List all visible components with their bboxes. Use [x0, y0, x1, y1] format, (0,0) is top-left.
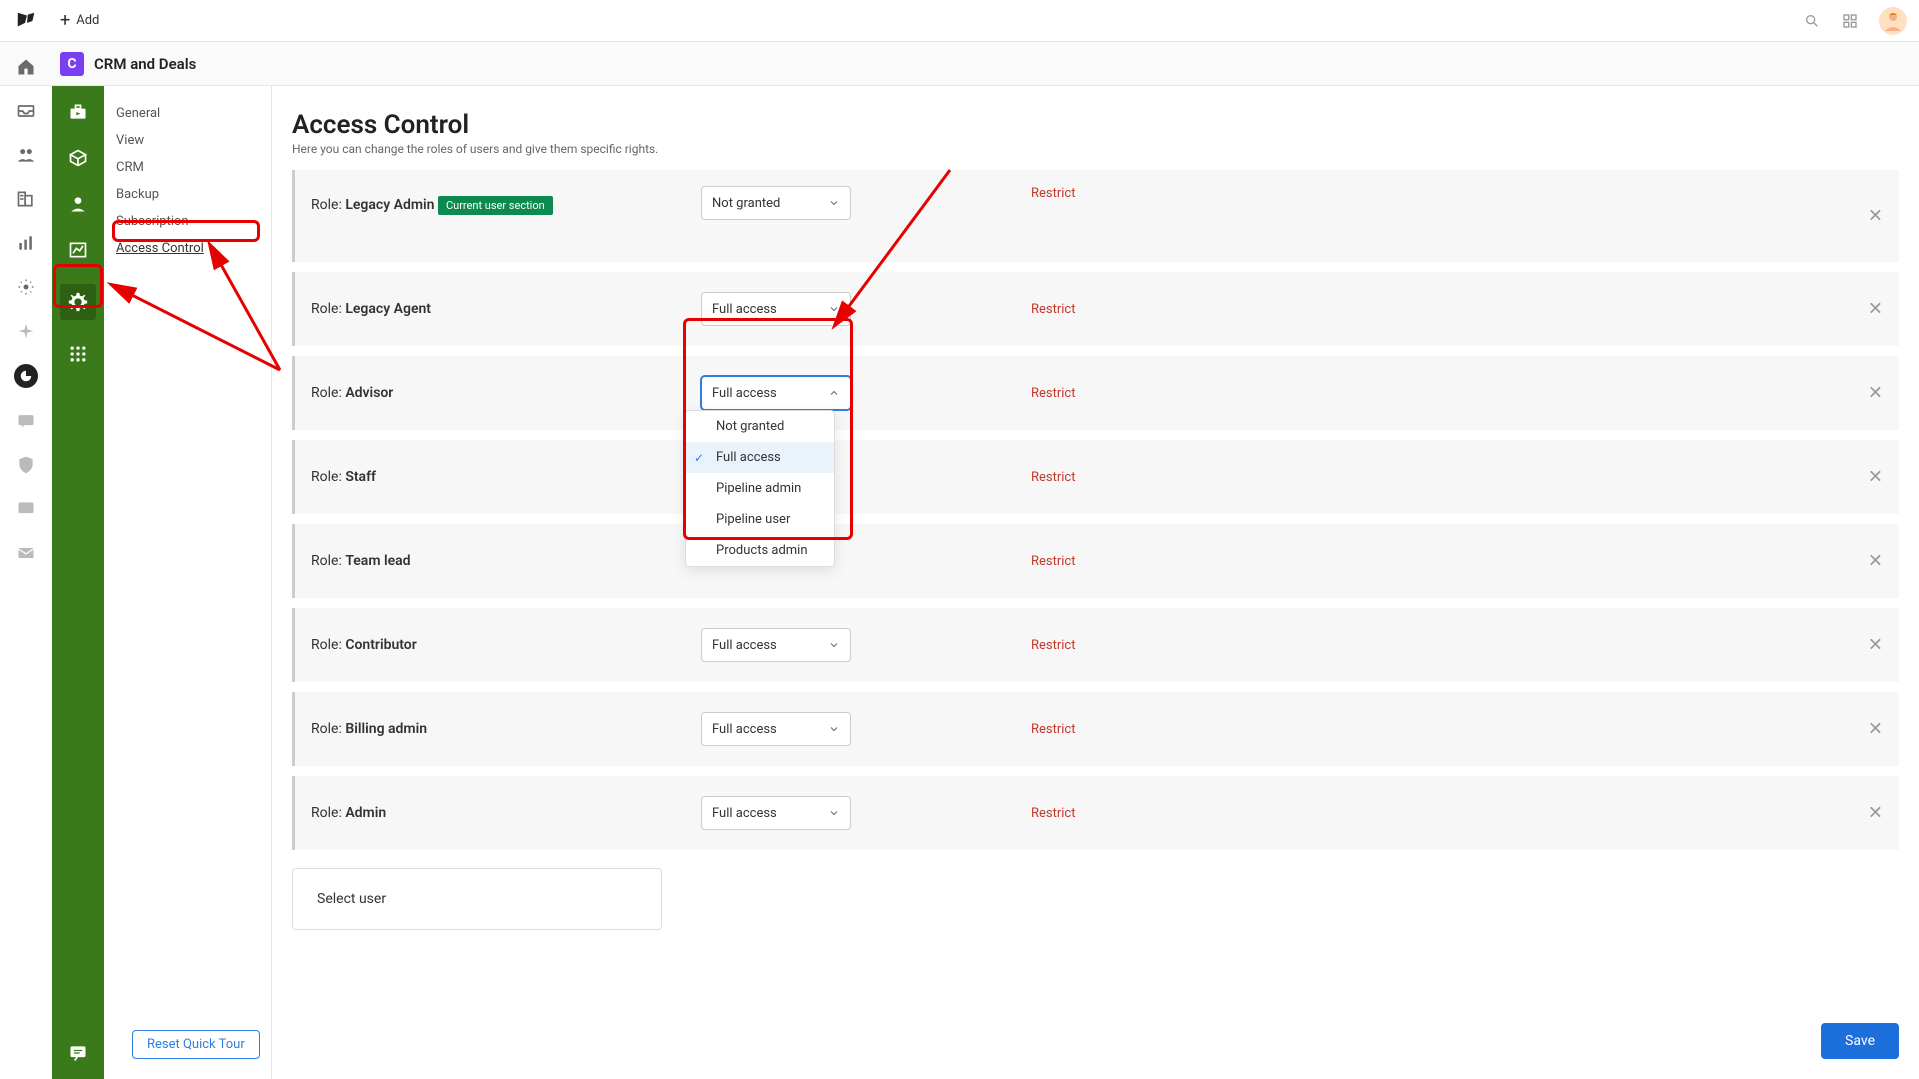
plus-icon: +: [60, 12, 70, 30]
building-icon[interactable]: [15, 188, 37, 210]
dropdown-option[interactable]: Pipeline user: [686, 504, 834, 535]
apps-grid-icon[interactable]: [1841, 12, 1859, 30]
add-button[interactable]: + Add: [60, 12, 99, 30]
access-dropdown: Not granted ✓ Full access Pipeline admin…: [685, 410, 835, 567]
restrict-link[interactable]: Restrict: [1031, 302, 1076, 317]
close-icon[interactable]: ✕: [1868, 206, 1883, 227]
save-button[interactable]: Save: [1821, 1023, 1899, 1059]
green-rail: [52, 86, 104, 1079]
restrict-link[interactable]: Restrict: [1031, 554, 1076, 569]
chevron-down-icon: [828, 807, 840, 819]
analytics-icon[interactable]: [15, 232, 37, 254]
access-select-open[interactable]: Full access: [701, 376, 851, 410]
crm-app-icon: C: [60, 52, 84, 76]
shield-icon[interactable]: [15, 454, 37, 476]
mail-icon[interactable]: [15, 542, 37, 564]
role-label: Role: Advisor: [311, 385, 701, 401]
nav-access-control[interactable]: Access Control: [104, 235, 271, 262]
app-header: C CRM and Deals: [0, 42, 1919, 86]
dropdown-option-selected[interactable]: ✓ Full access: [686, 442, 834, 473]
people-icon[interactable]: [15, 144, 37, 166]
left-rail: [0, 42, 52, 1079]
role-row-legacy-admin: Role: Legacy Admin Current user section …: [292, 170, 1899, 262]
role-label: Role: Admin: [311, 805, 701, 821]
role-label: Role: Contributor: [311, 637, 701, 653]
close-icon[interactable]: ✕: [1868, 551, 1883, 572]
search-icon[interactable]: [1803, 12, 1821, 30]
close-icon[interactable]: ✕: [1868, 299, 1883, 320]
nav-subscription[interactable]: Subscription: [104, 208, 271, 235]
chart-line-icon[interactable]: [66, 238, 90, 262]
role-label: Role: Team lead: [311, 553, 701, 569]
dropdown-option[interactable]: Products admin: [686, 535, 834, 566]
feedback-icon[interactable]: [66, 1041, 90, 1065]
access-select[interactable]: Full access: [701, 712, 851, 746]
chevron-down-icon: [828, 639, 840, 651]
restrict-link[interactable]: Restrict: [1031, 186, 1076, 201]
restrict-link[interactable]: Restrict: [1031, 386, 1076, 401]
page-title: Access Control: [292, 110, 1899, 140]
restrict-link[interactable]: Restrict: [1031, 470, 1076, 485]
avatar[interactable]: [1879, 7, 1907, 35]
role-row-staff: Role: Staff Restrict ✕: [292, 440, 1899, 514]
role-row-legacy-agent: Role: Legacy Agent Full access Restrict …: [292, 272, 1899, 346]
chevron-down-icon: [828, 303, 840, 315]
message-icon[interactable]: [15, 410, 37, 432]
sparkle-icon[interactable]: [15, 320, 37, 342]
role-label: Role: Billing admin: [311, 721, 701, 737]
close-icon[interactable]: ✕: [1868, 803, 1883, 824]
user-icon[interactable]: [66, 192, 90, 216]
dropdown-option[interactable]: Not granted: [686, 411, 834, 442]
nav-view[interactable]: View: [104, 127, 271, 154]
briefcase-icon[interactable]: [66, 100, 90, 124]
chevron-up-icon: [828, 387, 840, 399]
role-label: Role: Legacy Admin Current user section: [311, 186, 701, 215]
chevron-down-icon: [828, 197, 840, 209]
close-icon[interactable]: ✕: [1868, 635, 1883, 656]
role-row-billing-admin: Role: Billing admin Full access Restrict…: [292, 692, 1899, 766]
main-content: Access Control Here you can change the r…: [272, 86, 1919, 1079]
role-row-admin: Role: Admin Full access Restrict ✕: [292, 776, 1899, 850]
home-icon[interactable]: [15, 56, 37, 78]
close-icon[interactable]: ✕: [1868, 383, 1883, 404]
dropdown-option[interactable]: Pipeline admin: [686, 473, 834, 504]
access-select[interactable]: Full access: [701, 628, 851, 662]
nav-backup[interactable]: Backup: [104, 181, 271, 208]
add-button-label: Add: [76, 13, 99, 28]
settings-gear-icon[interactable]: [15, 276, 37, 298]
topbar-right: [1803, 7, 1907, 35]
role-row-team-lead: Role: Team lead Restrict ✕: [292, 524, 1899, 598]
inbox-icon[interactable]: [15, 100, 37, 122]
reset-tour-button[interactable]: Reset Quick Tour: [132, 1030, 260, 1059]
topbar: + Add: [0, 0, 1919, 42]
role-row-contributor: Role: Contributor Full access Restrict ✕: [292, 608, 1899, 682]
crm-nav-icon[interactable]: [14, 364, 38, 388]
select-user-box[interactable]: Select user: [292, 868, 662, 930]
access-select[interactable]: Full access: [701, 292, 851, 326]
restrict-link[interactable]: Restrict: [1031, 806, 1076, 821]
page-subtitle: Here you can change the roles of users a…: [292, 142, 1899, 156]
current-user-badge: Current user section: [438, 196, 553, 215]
chevron-down-icon: [828, 723, 840, 735]
apps-dots-icon[interactable]: [66, 342, 90, 366]
role-label: Role: Staff: [311, 469, 701, 485]
role-row-advisor: Role: Advisor Full access Restrict ✕ Not…: [292, 356, 1899, 430]
app-title: CRM and Deals: [94, 55, 196, 73]
gear-icon: [66, 290, 90, 314]
access-select[interactable]: Not granted: [701, 186, 851, 220]
nav-crm[interactable]: CRM: [104, 154, 271, 181]
app-logo-icon[interactable]: [12, 7, 40, 35]
close-icon[interactable]: ✕: [1868, 719, 1883, 740]
restrict-link[interactable]: Restrict: [1031, 638, 1076, 653]
role-label: Role: Legacy Agent: [311, 301, 701, 317]
access-select[interactable]: Full access: [701, 796, 851, 830]
settings-active[interactable]: [60, 284, 96, 320]
settings-nav: General View CRM Backup Subscription Acc…: [104, 86, 272, 1079]
nav-general[interactable]: General: [104, 100, 271, 127]
chat-icon[interactable]: [15, 498, 37, 520]
restrict-link[interactable]: Restrict: [1031, 722, 1076, 737]
close-icon[interactable]: ✕: [1868, 467, 1883, 488]
cube-icon[interactable]: [66, 146, 90, 170]
check-icon: ✓: [694, 451, 704, 465]
